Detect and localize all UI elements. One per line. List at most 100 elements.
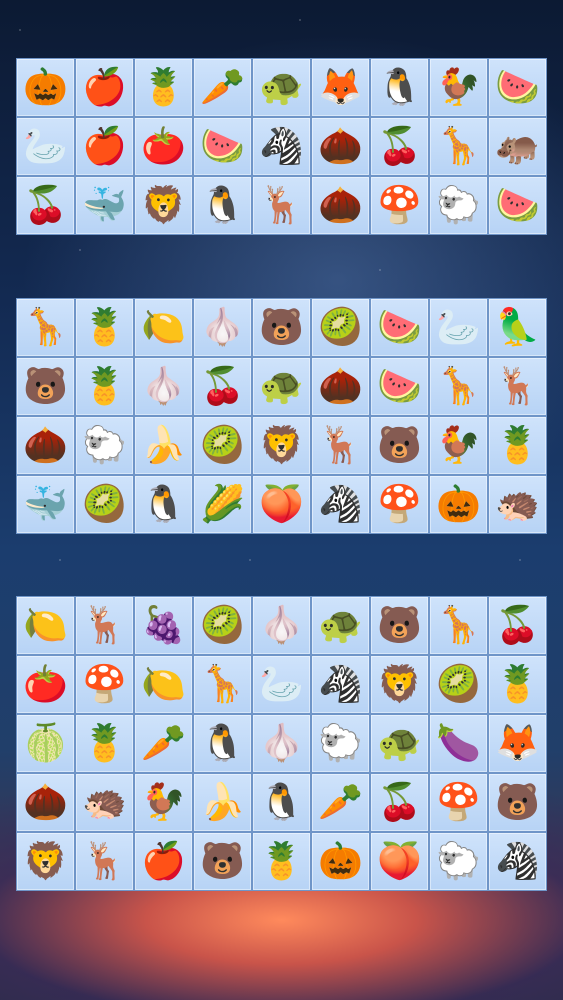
tile-rooster[interactable]: 🐓: [429, 416, 488, 475]
tile-rooster[interactable]: 🐓: [134, 773, 193, 832]
tile-mushroom[interactable]: 🍄: [370, 475, 429, 534]
tile-garlic[interactable]: 🧄: [193, 298, 252, 357]
tile-deer[interactable]: 🦌: [75, 596, 134, 655]
tile-turtle[interactable]: 🐢: [252, 58, 311, 117]
tile-acorn[interactable]: 🌰: [311, 357, 370, 416]
tile-kiwi[interactable]: 🥝: [311, 298, 370, 357]
tile-swan[interactable]: 🦢: [429, 298, 488, 357]
tile-radish[interactable]: 🥕: [311, 773, 370, 832]
tile-lion[interactable]: 🦁: [16, 832, 75, 891]
tile-watermelon-whole[interactable]: 🍉: [370, 357, 429, 416]
tile-bear[interactable]: 🐻: [370, 416, 429, 475]
tile-sheep[interactable]: 🐑: [429, 832, 488, 891]
tile-tomato[interactable]: 🍅: [16, 655, 75, 714]
tile-garlic[interactable]: 🧄: [134, 357, 193, 416]
tile-radish[interactable]: 🥕: [193, 58, 252, 117]
tile-deer[interactable]: 🦌: [311, 416, 370, 475]
tile-zebra[interactable]: 🦓: [252, 117, 311, 176]
tile-grapes[interactable]: 🍇: [134, 596, 193, 655]
tile-turtle[interactable]: 🐢: [370, 714, 429, 773]
tile-giraffe[interactable]: 🦒: [16, 298, 75, 357]
tile-penguin[interactable]: 🐧: [370, 58, 429, 117]
tile-pineapple[interactable]: 🍍: [488, 416, 547, 475]
tile-penguin[interactable]: 🐧: [252, 773, 311, 832]
tile-swan[interactable]: 🦢: [16, 117, 75, 176]
tile-corn[interactable]: 🌽: [193, 475, 252, 534]
tile-parrot[interactable]: 🦜: [488, 298, 547, 357]
tile-deer[interactable]: 🦌: [488, 357, 547, 416]
tile-kiwi[interactable]: 🥝: [75, 475, 134, 534]
tile-turtle[interactable]: 🐢: [252, 357, 311, 416]
tile-watermelon[interactable]: 🍉: [488, 176, 547, 235]
tile-pineapple[interactable]: 🍍: [75, 298, 134, 357]
tile-watermelon-whole[interactable]: 🍉: [193, 117, 252, 176]
tile-cherries[interactable]: 🍒: [16, 176, 75, 235]
tile-cherries[interactable]: 🍒: [370, 117, 429, 176]
tile-zebra[interactable]: 🦓: [488, 832, 547, 891]
tile-mushroom[interactable]: 🍄: [370, 176, 429, 235]
tile-lion[interactable]: 🦁: [370, 655, 429, 714]
tile-kiwi[interactable]: 🥝: [193, 416, 252, 475]
tile-kiwi[interactable]: 🥝: [429, 655, 488, 714]
tile-mushroom[interactable]: 🍄: [429, 773, 488, 832]
tile-giraffe[interactable]: 🦒: [429, 596, 488, 655]
tile-kiwi[interactable]: 🥝: [193, 596, 252, 655]
tile-penguin[interactable]: 🐧: [134, 475, 193, 534]
tile-giraffe[interactable]: 🦒: [429, 357, 488, 416]
tile-acorn[interactable]: 🌰: [311, 176, 370, 235]
tile-tomato[interactable]: 🍅: [134, 117, 193, 176]
tile-pumpkin[interactable]: 🎃: [16, 58, 75, 117]
tile-bear[interactable]: 🐻: [16, 357, 75, 416]
tile-deer[interactable]: 🦌: [75, 832, 134, 891]
tile-bear[interactable]: 🐻: [488, 773, 547, 832]
tile-hedgehog[interactable]: 🦔: [75, 773, 134, 832]
tile-banana[interactable]: 🍌: [134, 416, 193, 475]
tile-bear[interactable]: 🐻: [370, 596, 429, 655]
tile-whale[interactable]: 🐳: [16, 475, 75, 534]
tile-banana[interactable]: 🍌: [193, 773, 252, 832]
tile-zebra[interactable]: 🦓: [311, 475, 370, 534]
tile-pineapple[interactable]: 🍍: [75, 357, 134, 416]
tile-cherries[interactable]: 🍒: [193, 357, 252, 416]
tile-pineapple[interactable]: 🍍: [252, 832, 311, 891]
tile-apple[interactable]: 🍎: [75, 117, 134, 176]
tile-apple[interactable]: 🍎: [75, 58, 134, 117]
tile-giraffe[interactable]: 🦒: [429, 117, 488, 176]
tile-swan[interactable]: 🦢: [252, 655, 311, 714]
tile-pumpkin[interactable]: 🎃: [429, 475, 488, 534]
tile-dragonfruit[interactable]: 🍈: [16, 714, 75, 773]
tile-fox[interactable]: 🦊: [311, 58, 370, 117]
tile-penguin[interactable]: 🐧: [193, 714, 252, 773]
tile-eggplant[interactable]: 🍆: [429, 714, 488, 773]
tile-lemon[interactable]: 🍋: [16, 596, 75, 655]
tile-sheep[interactable]: 🐑: [429, 176, 488, 235]
tile-cherries[interactable]: 🍒: [370, 773, 429, 832]
tile-mushroom[interactable]: 🍄: [75, 655, 134, 714]
tile-acorn[interactable]: 🌰: [16, 416, 75, 475]
tile-fox[interactable]: 🦊: [488, 714, 547, 773]
tile-lion[interactable]: 🦁: [134, 176, 193, 235]
tile-pineapple[interactable]: 🍍: [75, 714, 134, 773]
tile-lion[interactable]: 🦁: [252, 416, 311, 475]
tile-turtle[interactable]: 🐢: [311, 596, 370, 655]
tile-bear[interactable]: 🐻: [252, 298, 311, 357]
tile-garlic[interactable]: 🧄: [252, 714, 311, 773]
tile-lemon[interactable]: 🍋: [134, 298, 193, 357]
tile-peach[interactable]: 🍑: [252, 475, 311, 534]
tile-peach[interactable]: 🍑: [370, 832, 429, 891]
tile-cherries[interactable]: 🍒: [488, 596, 547, 655]
tile-acorn[interactable]: 🌰: [311, 117, 370, 176]
tile-watermelon[interactable]: 🍉: [488, 58, 547, 117]
tile-sheep[interactable]: 🐑: [311, 714, 370, 773]
tile-sheep[interactable]: 🐑: [75, 416, 134, 475]
tile-whale[interactable]: 🐳: [75, 176, 134, 235]
tile-deer[interactable]: 🦌: [252, 176, 311, 235]
tile-pumpkin[interactable]: 🎃: [311, 832, 370, 891]
tile-hedgehog[interactable]: 🦔: [488, 475, 547, 534]
tile-pineapple[interactable]: 🍍: [488, 655, 547, 714]
tile-acorn[interactable]: 🌰: [16, 773, 75, 832]
tile-apple[interactable]: 🍎: [134, 832, 193, 891]
tile-watermelon[interactable]: 🍉: [370, 298, 429, 357]
tile-giraffe[interactable]: 🦒: [193, 655, 252, 714]
tile-pineapple[interactable]: 🍍: [134, 58, 193, 117]
